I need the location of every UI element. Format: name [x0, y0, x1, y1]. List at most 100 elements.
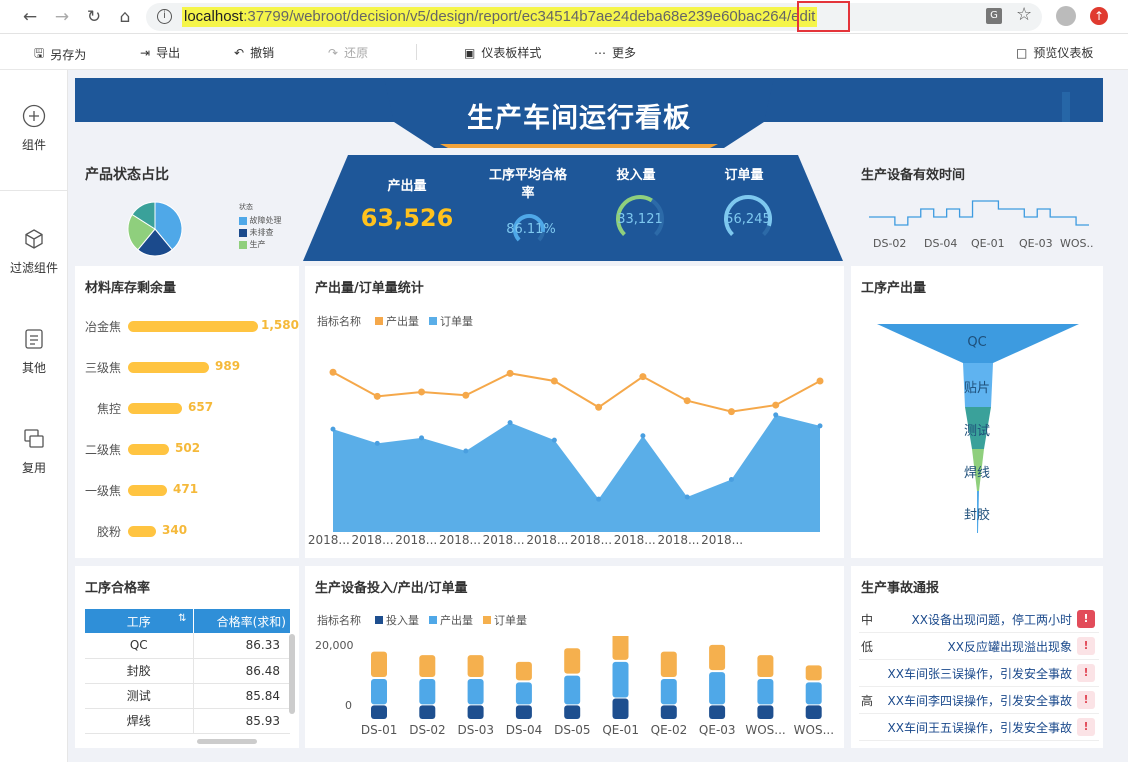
stack-segment-order	[564, 648, 581, 674]
dashboard-title[interactable]: 生产车间运行看板	[384, 96, 774, 135]
accident-item[interactable]: XX车间张三误操作，引发安全事故!	[859, 660, 1099, 687]
reload-icon[interactable]: ↻	[82, 5, 106, 29]
vertical-scrollbar[interactable]	[289, 634, 295, 714]
x-tick: QE-01	[971, 237, 1005, 250]
save-as-button[interactable]: 🖫 另存为	[34, 44, 86, 65]
accident-item[interactable]: 高 XX车间李四误操作，引发安全事故!	[859, 687, 1099, 714]
sidebar-item-other[interactable]: 其他	[0, 327, 68, 376]
stack-segment-input	[709, 705, 726, 719]
alarm-icon: !	[1077, 718, 1095, 736]
accident-item[interactable]: 低 XX反应罐出现溢出现象!	[859, 633, 1099, 660]
undo-button[interactable]: ↶ 撤销	[234, 44, 274, 61]
accident-level: 中	[861, 613, 874, 627]
profile-avatar-icon[interactable]	[1056, 6, 1076, 26]
output-point	[595, 403, 603, 411]
panel-accidents[interactable]: 生产事故通报 中 XX设备出现问题，停工两小时! 低 XX反应罐出现溢出现象! XX车间…	[851, 566, 1103, 748]
panel-pass-rate[interactable]: 工序合格率 工序 ⇅ 合格率(求和) QC 86.33 封胶 86.48 测试 85.84 焊…	[75, 566, 299, 748]
sort-icon[interactable]: ⇅	[178, 613, 186, 624]
export-label: 导出	[156, 46, 181, 60]
funnel-label: QC	[967, 335, 987, 350]
chart-legend: 指标名称 投入量 产出量 订单量	[317, 612, 527, 628]
kpi-pass-label: 工序平均合格率	[478, 167, 578, 203]
table-row[interactable]: 封胶 86.48	[85, 658, 290, 683]
info-icon[interactable]: i	[157, 9, 172, 24]
area-line-chart	[329, 368, 824, 532]
output-point	[373, 392, 381, 400]
kpi-input-value: 33,121	[617, 212, 663, 227]
more-button[interactable]: ⋯ 更多	[594, 44, 636, 61]
export-button[interactable]: ⇥ 导出	[140, 44, 180, 61]
accident-item[interactable]: 中 XX设备出现问题，停工两小时!	[859, 606, 1099, 633]
sidebar-label-reuse: 复用	[21, 461, 46, 475]
x-tick: QE-03	[698, 723, 736, 737]
back-icon[interactable]: ←	[18, 5, 42, 29]
style-icon: ▣	[464, 45, 476, 60]
kpi-output-label: 产出量	[387, 179, 427, 194]
legend-label-order: 订单量	[440, 315, 473, 328]
sidebar-item-reuse[interactable]: 复用	[0, 427, 68, 476]
table-row[interactable]: QC 86.33	[85, 633, 290, 658]
x-tick: 2018...	[438, 533, 481, 547]
bookmark-star-icon[interactable]: ☆	[1016, 4, 1032, 25]
output-point	[639, 373, 647, 381]
x-tick: 2018...	[526, 533, 569, 547]
bar-value-label: 340	[162, 523, 188, 537]
url-text: localhost:37799/webroot/decision/v5/desi…	[182, 7, 818, 27]
sidebar-item-filter[interactable]: 过滤组件	[0, 227, 68, 276]
bar	[128, 403, 182, 414]
panel-materials[interactable]: 材料库存剩余量 冶金焦 1,580 三级焦 989 焦控 657 二级焦 502 一级焦 471 胶…	[75, 266, 299, 558]
drag-handle[interactable]	[1062, 92, 1070, 122]
legend-swatch	[239, 240, 247, 249]
stack-segment-order	[371, 651, 387, 677]
panel-output-order[interactable]: 产出量/订单量统计 指标名称 产出量 订单量 2018... 2018... 201…	[305, 266, 844, 558]
legend-title: 状态	[239, 203, 253, 211]
legend-swatch-order	[482, 616, 491, 624]
panel-product-status[interactable]: 产品状态占比 状态 故障处理 未排查 生产	[75, 155, 299, 261]
order-point	[330, 426, 336, 432]
order-point	[507, 420, 513, 426]
bar-value-label: 1,580	[261, 318, 299, 332]
update-icon[interactable]: ↑	[1090, 7, 1108, 25]
x-tick: DS-02	[873, 237, 907, 250]
step-line	[869, 200, 1089, 226]
x-tick: DS-03	[457, 723, 494, 737]
forward-icon[interactable]: →	[50, 5, 74, 29]
bar	[128, 321, 258, 332]
bar-category: 冶金焦	[84, 320, 121, 334]
sidebar-item-components[interactable]: 组件	[0, 104, 68, 153]
accident-item[interactable]: XX车间王五误操作，引发安全事故!	[859, 714, 1099, 741]
preview-button[interactable]: □ 预览仪表板	[1016, 44, 1093, 61]
dashboard-style-button[interactable]: ▣ 仪表板样式	[464, 44, 541, 61]
stack-segment-input	[660, 705, 677, 719]
bar	[128, 444, 169, 455]
translate-icon[interactable]: G	[986, 8, 1002, 24]
cell-rate: 86.33	[245, 638, 280, 653]
header-rate[interactable]: 合格率(求和)	[193, 609, 290, 633]
x-tick: DS-05	[554, 723, 591, 737]
x-tick: QE-01	[602, 723, 639, 737]
x-tick: QE-03	[1019, 237, 1053, 250]
bar	[128, 485, 167, 496]
funnel-label: 贴片	[963, 381, 990, 396]
legend-item: 生产	[239, 239, 282, 251]
panel-equipment-io[interactable]: 生产设备投入/产出/订单量 指标名称 投入量 产出量 订单量 20,000 0 …	[305, 566, 844, 748]
pass-rate-table: 工序 ⇅ 合格率(求和) QC 86.33 封胶 86.48 测试 85.84 焊线 85.93	[85, 609, 290, 734]
table-row[interactable]: 测试 85.84	[85, 683, 290, 708]
stack-segment-output	[564, 675, 581, 705]
home-icon[interactable]: ⌂	[113, 5, 137, 29]
cell-rate: 86.48	[245, 663, 280, 678]
header-process[interactable]: 工序 ⇅	[85, 609, 194, 633]
horizontal-scrollbar[interactable]	[197, 739, 257, 744]
funnel-label: 测试	[963, 424, 990, 439]
output-point	[329, 368, 337, 376]
kpi-pass-label-line1: 工序平均合格	[488, 168, 567, 183]
legend-label: 生产	[249, 240, 266, 249]
legend-label: 未排查	[249, 228, 274, 237]
table-row[interactable]: 焊线 85.93	[85, 708, 290, 733]
bar-value-label: 989	[215, 359, 241, 373]
panel-process-output[interactable]: 工序产出量 QC 贴片 测试 焊线 封胶	[851, 266, 1103, 558]
save-icon: 🖫	[34, 46, 45, 60]
redo-button[interactable]: ↷ 还原	[328, 44, 368, 61]
panel-equipment-time[interactable]: 生产设备有效时间 DS-02 DS-04 QE-01 QE-03 WOS..	[851, 155, 1103, 261]
bar-value-label: 471	[173, 482, 199, 496]
